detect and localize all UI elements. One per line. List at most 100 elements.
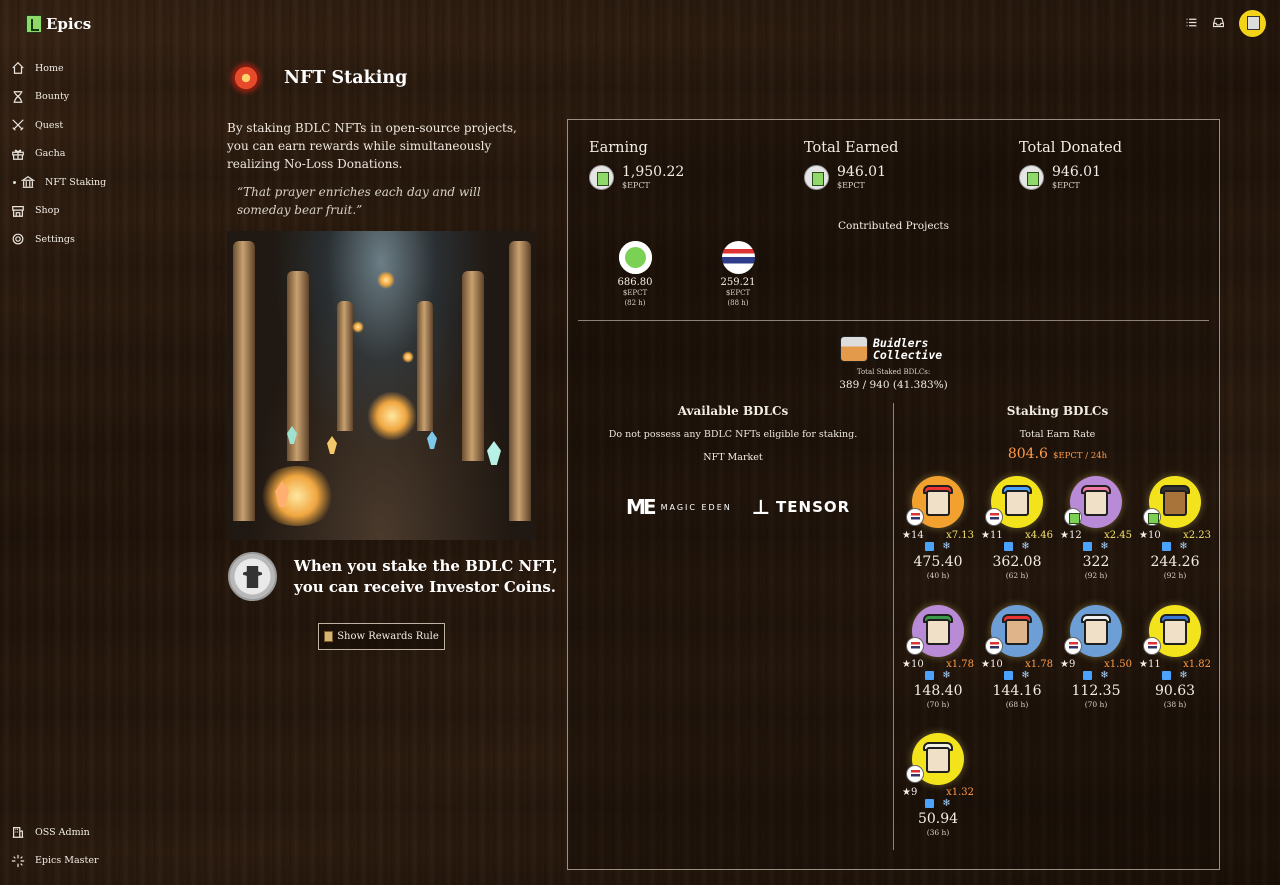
staked-nft-card[interactable]: ★14 x7.13 ❄ 475.40 (40 h)	[900, 476, 976, 580]
nft-stars: ★12	[1060, 530, 1082, 541]
brand[interactable]: Epics	[26, 15, 91, 33]
user-avatar[interactable]	[1239, 10, 1266, 37]
magic-eden-link[interactable]: ME MAGIC EDEN	[626, 495, 732, 519]
project-badge-icon	[906, 508, 924, 526]
investor-line-1: When you stake the BDLC NFT,	[294, 556, 558, 575]
earning-stat: Earning 1,950.22 $EPCT	[589, 140, 684, 190]
boost-icon	[1004, 542, 1014, 551]
nft-avatar	[985, 476, 1043, 528]
staked-nft-card[interactable]: ★9 x1.50 ❄ 112.35 (70 h)	[1058, 605, 1134, 709]
staked-nft-card[interactable]: ★10 x2.23 ❄ 244.26 (92 h)	[1137, 476, 1213, 580]
nft-avatar	[906, 476, 964, 528]
treasure-hall-image	[227, 231, 536, 540]
snowflake-icon: ❄	[1179, 670, 1188, 681]
nft-amount: 362.08	[992, 554, 1042, 570]
sidebar-item-epics-master[interactable]: Epics Master	[10, 847, 160, 876]
collection-name-line-2: Collective	[873, 348, 943, 362]
building-icon	[10, 824, 26, 840]
tensor-link[interactable]: ⊥ TENSOR	[752, 495, 850, 519]
sidebar-item-oss-admin[interactable]: OSS Admin	[10, 818, 160, 847]
total-staked-label: Total Staked BDLCs:	[856, 368, 931, 376]
boost-icon	[1162, 542, 1172, 551]
sidebar-item-label: Settings	[35, 233, 75, 245]
nft-amount: 144.16	[992, 683, 1042, 699]
project-badge-icon	[906, 637, 924, 655]
nft-multiplier: x2.23	[1183, 530, 1211, 541]
nft-multiplier: x1.50	[1104, 659, 1132, 670]
project-badge-icon	[1064, 508, 1082, 526]
total-staked-value: 389 / 940 (41.383%)	[839, 379, 948, 391]
nft-multiplier: x1.78	[946, 659, 974, 670]
nft-stars: ★11	[981, 530, 1003, 541]
epics-project-icon	[618, 241, 652, 274]
earning-label: Earning	[589, 140, 648, 156]
sidebar-item-label: Shop	[35, 205, 60, 217]
nft-multiplier: x1.82	[1183, 659, 1211, 670]
investor-coin-callout: When you stake the BDLC NFT, you can rec…	[228, 552, 558, 601]
inbox-icon[interactable]	[1212, 14, 1225, 33]
snowflake-icon: ❄	[1100, 670, 1109, 681]
nft-hours: (38 h)	[1163, 700, 1187, 709]
boost-icon	[1083, 671, 1093, 680]
sidebar-item-label: Epics Master	[35, 855, 99, 867]
sidebar-bottom-nav: OSS Admin Epics Master	[10, 818, 160, 875]
nft-amount: 50.94	[917, 811, 959, 827]
earning-unit: $EPCT	[622, 181, 650, 190]
nft-stars: ★14	[902, 530, 924, 541]
list-icon[interactable]	[1185, 14, 1198, 33]
total-earned-stat: Total Earned 946.01 $EPCT	[804, 140, 898, 190]
nft-multiplier: x4.46	[1025, 530, 1053, 541]
staked-nft-card[interactable]: ★11 x4.46 ❄ 362.08 (62 h)	[979, 476, 1055, 580]
sidebar-item-settings[interactable]: Settings	[10, 225, 160, 254]
scroll-icon	[324, 631, 334, 642]
boost-icon	[1162, 671, 1172, 680]
contributed-project[interactable]: 259.21 $EPCT (88 h)	[708, 241, 768, 308]
nft-avatar	[906, 605, 964, 657]
project-badge-icon	[1143, 508, 1161, 526]
snowflake-icon: ❄	[942, 798, 951, 809]
epct-token-icon	[804, 165, 829, 190]
sidebar-item-home[interactable]: Home	[10, 54, 160, 83]
gift-icon	[10, 146, 26, 162]
nft-avatar	[1064, 605, 1122, 657]
quote-text: “That prayer enriches each day and will …	[237, 185, 481, 217]
staked-nft-card[interactable]: ★11 x1.82 ❄ 90.63 (38 h)	[1137, 605, 1213, 709]
nft-hours: (40 h)	[926, 571, 950, 580]
sidebar-item-quest[interactable]: Quest	[10, 111, 160, 140]
total-earned-unit: $EPCT	[837, 181, 865, 190]
buidlers-face-icon	[840, 336, 868, 362]
sidebar-item-label: Bounty	[35, 91, 70, 103]
available-bdlcs-message: Do not possess any BDLC NFTs eligible fo…	[608, 429, 858, 440]
contributed-project[interactable]: 686.80 $EPCT (82 h)	[605, 241, 665, 308]
nft-stars: ★10	[981, 659, 1003, 670]
staked-nft-card[interactable]: ★10 x1.78 ❄ 148.40 (70 h)	[900, 605, 976, 709]
nft-avatar	[1143, 605, 1201, 657]
sidebar-item-nft-staking[interactable]: NFT Staking	[10, 168, 160, 197]
nft-amount: 112.35	[1071, 683, 1121, 699]
staked-nft-card[interactable]: ★9 x1.32 ❄ 50.94 (36 h)	[900, 733, 976, 837]
page-title: NFT Staking	[284, 68, 408, 88]
brand-name: Epics	[46, 15, 92, 33]
staked-nft-card[interactable]: ★10 x1.78 ❄ 144.16 (68 h)	[979, 605, 1055, 709]
nft-avatar	[1143, 476, 1201, 528]
project-unit: $EPCT	[725, 289, 751, 297]
project-hours: (88 h)	[727, 299, 749, 307]
sidebar-item-shop[interactable]: Shop	[10, 197, 160, 226]
sidebar-item-gacha[interactable]: Gacha	[10, 140, 160, 169]
nft-avatar	[906, 733, 964, 785]
staked-nft-card[interactable]: ★12 x2.45 ❄ 322 (92 h)	[1058, 476, 1134, 580]
total-donated-stat: Total Donated 946.01 $EPCT	[1019, 140, 1122, 190]
earning-value: 1,950.22	[622, 164, 685, 180]
nft-market-label: NFT Market	[703, 452, 763, 463]
show-rewards-rule-button[interactable]: Show Rewards Rule	[318, 623, 445, 650]
sidebar-item-bounty[interactable]: Bounty	[10, 83, 160, 112]
boost-icon	[1083, 542, 1093, 551]
nft-amount: 475.40	[913, 554, 963, 570]
total-donated-unit: $EPCT	[1052, 181, 1080, 190]
sidebar-item-label: Gacha	[35, 148, 66, 160]
nft-stars: ★11	[1139, 659, 1161, 670]
sidebar-item-label: OSS Admin	[35, 826, 90, 838]
section-divider	[578, 320, 1209, 321]
column-divider	[893, 403, 894, 850]
sidebar-item-label: Home	[35, 62, 64, 74]
